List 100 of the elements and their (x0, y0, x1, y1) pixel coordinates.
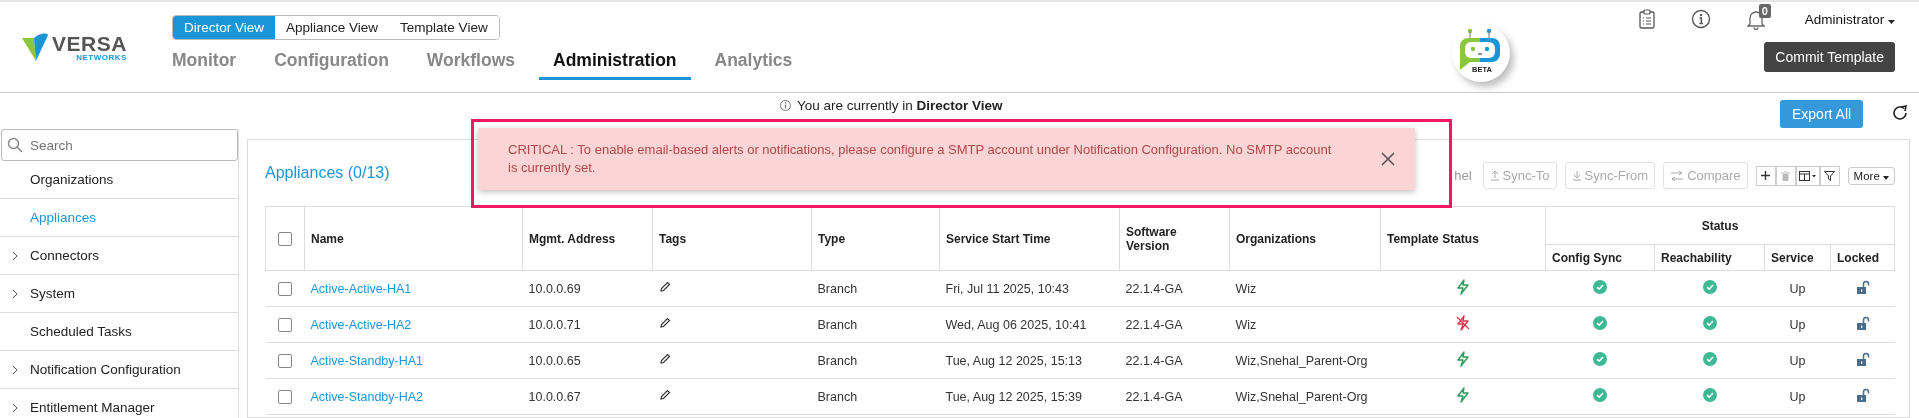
column-header: Organizations (1236, 231, 1316, 246)
panel-title: Appliances (0/13) (265, 164, 390, 182)
select-all-checkbox[interactable] (278, 231, 292, 246)
table-cell: Wiz,Snehal_Parent-Org (1235, 389, 1368, 404)
column-header: Locked (1837, 250, 1879, 265)
filter-button[interactable] (1819, 165, 1840, 186)
filter-icon (1824, 170, 1836, 181)
nav-tab[interactable]: Analytics (700, 50, 807, 80)
nav-tab[interactable]: Administration (539, 50, 691, 80)
upload-icon (1489, 170, 1500, 181)
close-button[interactable] (1381, 152, 1395, 166)
logo-icon (20, 32, 50, 62)
chevron-right-icon (12, 364, 18, 375)
table-cell: 22.1.4-GA (1125, 317, 1183, 332)
row-checkbox[interactable] (278, 389, 292, 404)
clipboard-list-icon[interactable] (1638, 9, 1655, 29)
nav-tab[interactable]: Monitor (172, 50, 251, 80)
search-icon (7, 137, 23, 153)
pencil-icon[interactable] (658, 281, 671, 293)
table-cell: Branch (817, 353, 858, 368)
table-cell: 10.0.0.69 (528, 281, 581, 296)
more-button[interactable]: More (1847, 166, 1895, 185)
sidebar-item[interactable]: Entitlement Manager (0, 389, 238, 418)
sidebar-item[interactable]: System (0, 275, 238, 313)
caret-icon (1888, 19, 1895, 24)
compare-icon (1670, 169, 1685, 182)
chevron-right-icon (12, 402, 18, 413)
table-cell: 10.0.0.67 (528, 389, 581, 404)
table-cell: Branch (817, 389, 858, 404)
info-icon[interactable] (1690, 9, 1711, 29)
search-field[interactable]: Search (1, 129, 238, 161)
table-cell: 22.1.4-GA (1125, 389, 1183, 404)
table-cell: Wiz,Snehal_Parent-Org (1235, 353, 1368, 368)
table-cell: 22.1.4-GA (1125, 281, 1183, 296)
pencil-icon[interactable] (658, 317, 671, 329)
logo-text: VERSA (52, 32, 127, 54)
sidebar-item[interactable]: Connectors (0, 237, 238, 275)
plus-icon (1761, 171, 1771, 180)
caret-icon (1883, 175, 1889, 180)
download-icon (1571, 170, 1582, 181)
table-cell: Branch (817, 317, 858, 332)
export-all-button[interactable]: Export All (1780, 100, 1864, 128)
add-button[interactable] (1755, 165, 1776, 186)
table-cell: Branch (817, 281, 858, 296)
refresh-icon[interactable] (1891, 104, 1909, 122)
view-toggle-button[interactable]: Director View (173, 16, 276, 39)
appliance-link[interactable]: Active-Active-HA1 (310, 281, 412, 296)
table-cell: 22.1.4-GA (1125, 353, 1183, 368)
row-checkbox[interactable] (278, 317, 292, 332)
column-header: Software Version (1126, 224, 1177, 253)
column-group-header: Status (1701, 218, 1739, 233)
pencil-icon[interactable] (658, 389, 671, 401)
commit-template-button[interactable]: Commit Template (1764, 42, 1895, 72)
sidebar-item[interactable]: Scheduled Tasks (0, 313, 238, 351)
notification-count: 0 (1758, 4, 1771, 18)
sidebar-item[interactable]: Appliances (0, 199, 238, 237)
table-cell: Tue, Aug 12 2025, 15:39 (945, 389, 1082, 404)
appliance-link[interactable]: Active-Active-HA2 (310, 317, 412, 332)
chevron-right-icon (12, 250, 18, 261)
unlocked-padlock-icon[interactable] (1855, 351, 1870, 367)
column-header: Mgmt. Address (529, 231, 616, 246)
pencil-icon[interactable] (658, 353, 671, 365)
nav-tab[interactable]: Configuration (260, 50, 403, 80)
logo-subtext: NETWORKS (76, 53, 127, 62)
row-checkbox[interactable] (278, 353, 292, 368)
columns-button[interactable] (1795, 165, 1820, 186)
table-cell: Up (1789, 353, 1806, 368)
unlocked-padlock-icon[interactable] (1855, 279, 1870, 295)
column-header: Template Status (1387, 231, 1479, 246)
chevron-right-icon (12, 288, 18, 299)
table-cell: Fri, Jul 11 2025, 10:43 (945, 281, 1069, 296)
appliance-link[interactable]: Active-Standby-HA1 (310, 353, 424, 368)
trash-icon (1781, 170, 1791, 181)
sidebar-item[interactable]: Organizations (0, 161, 238, 199)
table-cell: Wed, Aug 06 2025, 10:41 (945, 317, 1087, 332)
view-notice: You are currently in Director View (797, 98, 1003, 113)
table-cell: Up (1789, 317, 1806, 332)
sidebar-item[interactable]: Notification Configuration (0, 351, 238, 389)
column-header: Service Start Time (946, 231, 1051, 246)
info-icon (780, 100, 791, 111)
table-cell: 10.0.0.71 (528, 317, 581, 332)
column-header: Tags (659, 231, 687, 246)
unlocked-padlock-icon[interactable] (1855, 315, 1870, 331)
alert-message: CRITICAL : To enable email-based alerts or notifications, please configure a SMTP account under Notification Configuration. No SMTP account is currently set. (508, 141, 1333, 177)
column-header: Type (818, 231, 846, 246)
appliance-link[interactable]: Active-Standby-HA2 (310, 389, 424, 404)
columns-icon (1798, 170, 1817, 181)
column-header: Reachability (1661, 250, 1732, 265)
user-menu[interactable]: Administrator (1804, 11, 1895, 27)
column-header: Name (311, 231, 344, 246)
table-cell: Up (1789, 281, 1806, 296)
table-cell: 10.0.0.65 (528, 353, 581, 368)
close-icon (1381, 152, 1395, 166)
nav-tab[interactable]: Workflows (412, 50, 530, 80)
table-cell: Tue, Aug 12 2025, 15:13 (945, 353, 1082, 368)
unlocked-padlock-icon[interactable] (1855, 387, 1870, 403)
table-cell: Wiz (1235, 317, 1257, 332)
row-checkbox[interactable] (278, 281, 292, 296)
table-cell: Wiz (1235, 281, 1257, 296)
column-header: Service (1771, 250, 1814, 265)
